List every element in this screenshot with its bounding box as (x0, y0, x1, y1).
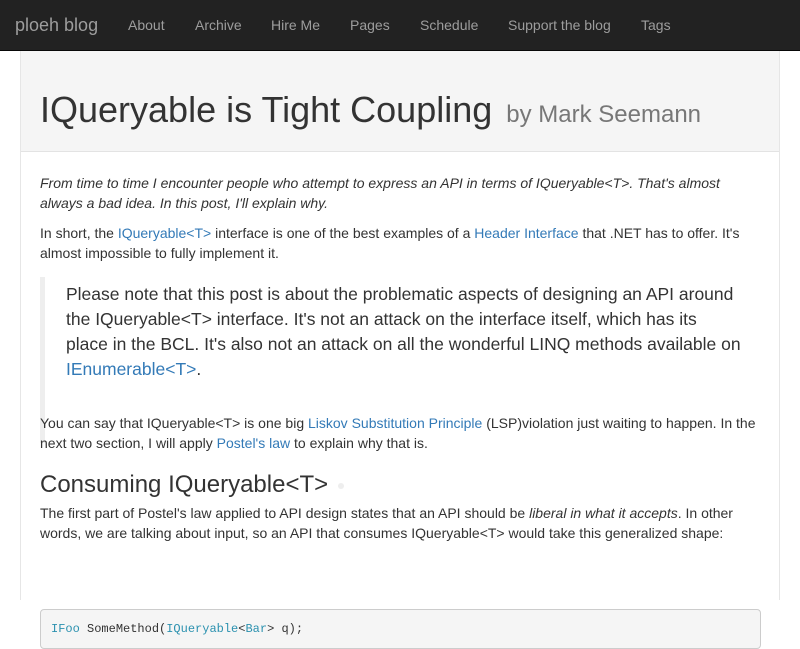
text-span: You can say that IQueryable<T> is one bi… (40, 415, 308, 431)
text-span: In short, the (40, 225, 118, 241)
lsp-link[interactable]: Liskov Substitution Principle (308, 415, 482, 431)
nav-item-hire-me[interactable]: Hire Me (271, 16, 320, 34)
nav-item-about[interactable]: About (128, 16, 165, 34)
post-byline: by Mark Seemann (506, 101, 702, 128)
post-title: IQueryable is Tight Coupling by Mark See… (40, 90, 701, 135)
postels-law-link[interactable]: Postel's law (217, 435, 290, 451)
paragraph-intro: In short, the IQueryable<T> interface is… (40, 223, 762, 263)
post-header: IQueryable is Tight Coupling by Mark See… (21, 51, 779, 152)
text-span: to explain why that is. (290, 435, 428, 451)
iqueryable-link[interactable]: IQueryable<T> (118, 225, 211, 241)
code-type: Bar (245, 622, 268, 636)
heading-anchor-icon[interactable] (338, 482, 345, 489)
code-type: IQueryable (166, 622, 239, 636)
paragraph-lsp: You can say that IQueryable<T> is one bi… (40, 413, 762, 453)
nav-item-tags[interactable]: Tags (641, 16, 671, 34)
post-lead: From time to time I encounter people who… (40, 175, 720, 211)
blockquote-text: Please note that this post is about the … (66, 282, 742, 382)
brand-link[interactable]: ploeh blog (15, 14, 98, 36)
nav-item-archive[interactable]: Archive (195, 16, 242, 34)
code-text: < (238, 622, 246, 636)
top-navbar: ploeh blog About Archive Hire Me Pages S… (0, 0, 800, 51)
emphasis-text: liberal in what it accepts (529, 505, 678, 521)
nav-item-pages[interactable]: Pages (350, 16, 390, 34)
nav-item-schedule[interactable]: Schedule (420, 16, 478, 34)
code-block: IFoo SomeMethod(IQueryable<Bar> q); (40, 609, 761, 649)
page-container: IQueryable is Tight Coupling by Mark See… (20, 51, 780, 649)
code-text: > q); (267, 622, 304, 636)
post-title-text: IQueryable is Tight Coupling (40, 89, 493, 130)
header-interface-link[interactable]: Header Interface (474, 225, 578, 241)
text-span: Please note that this post is about the … (66, 284, 741, 354)
text-span: The first part of Postel's law applied t… (40, 505, 530, 521)
nav-item-support-the-blog[interactable]: Support the blog (508, 16, 611, 34)
text-span: interface is one of the best examples of… (211, 225, 475, 241)
ienumerable-link[interactable]: IEnumerable<T> (66, 359, 196, 379)
section-heading-text: Consuming IQueryable<T> (40, 471, 329, 498)
text-span: . (196, 359, 202, 379)
code-type: IFoo (51, 622, 80, 636)
section-heading: Consuming IQueryable<T> (40, 465, 345, 505)
code-text: SomeMethod( (79, 622, 167, 636)
paragraph-postel: The first part of Postel's law applied t… (40, 503, 762, 543)
